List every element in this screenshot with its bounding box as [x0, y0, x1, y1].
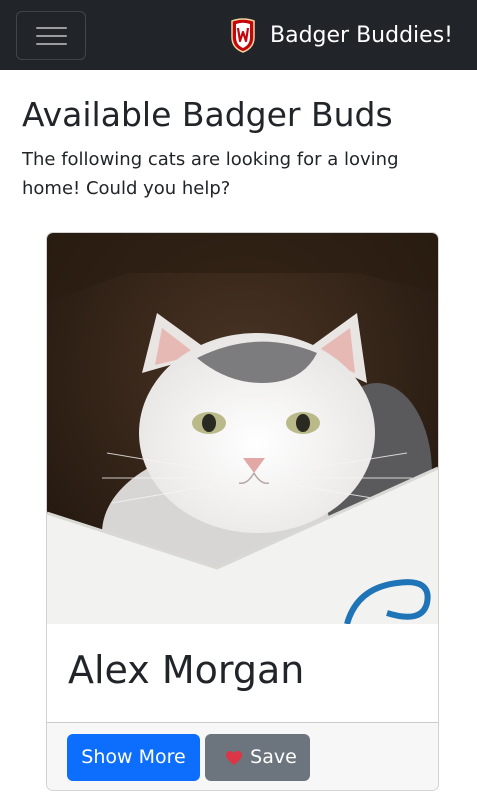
page-intro: The following cats are looking for a lov…: [22, 149, 399, 199]
show-more-button[interactable]: Show More: [67, 734, 200, 781]
navbar: Badger Buddies!: [0, 0, 477, 70]
heart-icon: [226, 751, 242, 765]
cat-name: Alex Morgan: [68, 648, 305, 692]
cat-card: Alex Morgan Show More Save: [46, 232, 439, 791]
navbar-brand[interactable]: Badger Buddies!: [270, 21, 453, 51]
save-button[interactable]: Save: [205, 734, 310, 781]
card-footer: Show More Save: [47, 722, 438, 790]
save-button-label: Save: [250, 746, 297, 768]
cat-photo: [47, 233, 438, 624]
navbar-toggler-button[interactable]: [16, 11, 86, 60]
page-title: Available Badger Buds: [22, 95, 393, 134]
uw-crest-icon[interactable]: [230, 17, 256, 53]
